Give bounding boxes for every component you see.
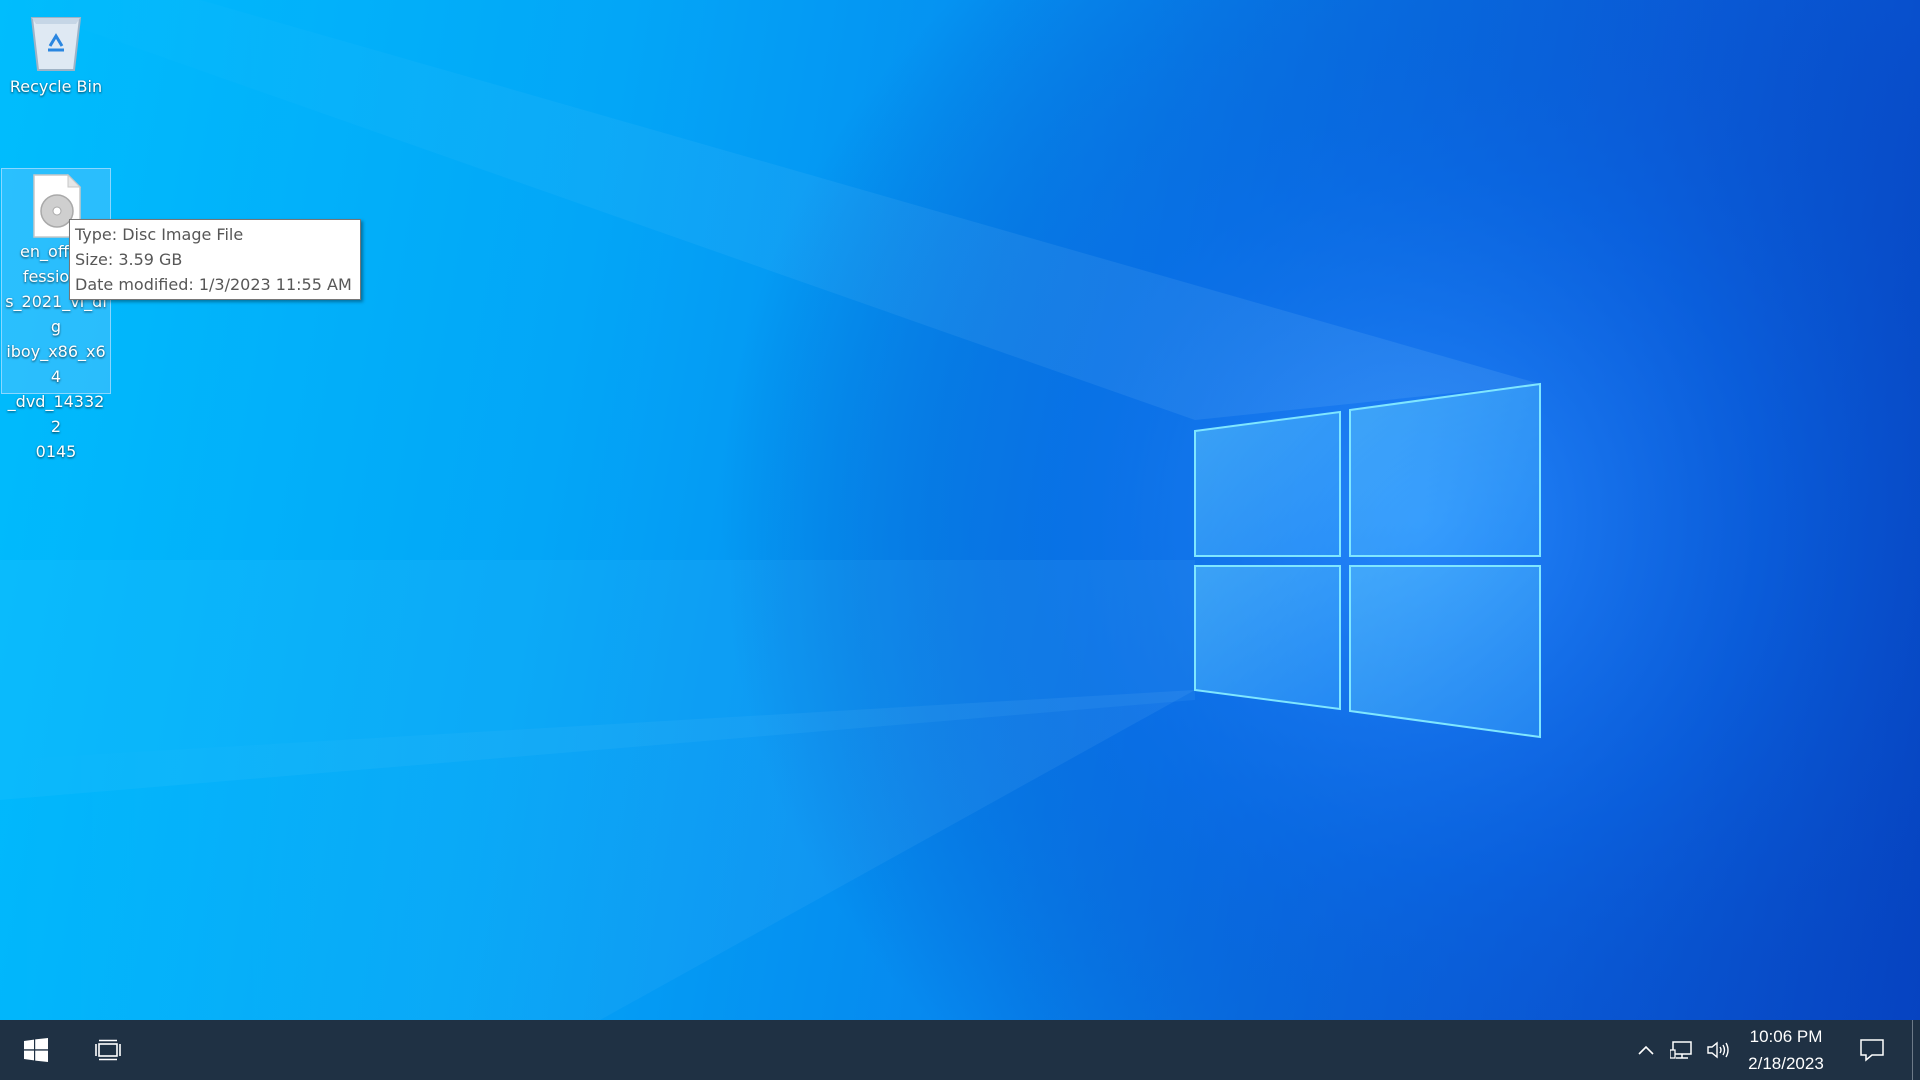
clock[interactable]: 10:06 PM 2/18/2023 (1736, 1020, 1836, 1080)
start-button[interactable] (0, 1020, 72, 1080)
recycle-bin-desktop-icon[interactable]: Recycle Bin (1, 6, 111, 99)
desktop[interactable]: Recycle Bin en_office fessiona s_2021_vl… (0, 0, 1920, 1020)
recycle-bin-label: Recycle Bin (9, 77, 103, 96)
network-icon (1670, 1041, 1692, 1059)
tooltip-type: Type: Disc Image File (75, 225, 244, 244)
task-view-icon (95, 1039, 121, 1061)
action-center-button[interactable] (1848, 1020, 1896, 1080)
tooltip-date-modified: Date modified: 1/3/2023 11:55 AM (75, 275, 352, 294)
tooltip-size: Size: 3.59 GB (75, 250, 183, 269)
network-button[interactable] (1664, 1020, 1700, 1080)
file-info-tooltip: Type: Disc Image File Size: 3.59 GB Date… (69, 219, 361, 300)
volume-button[interactable] (1700, 1020, 1736, 1080)
recycle-bin-icon (30, 17, 82, 71)
notification-icon (1860, 1039, 1884, 1062)
file-label-line: 0145 (35, 442, 77, 461)
show-hidden-icons-button[interactable] (1628, 1020, 1664, 1080)
file-label-line: _dvd_143322 (7, 392, 105, 436)
file-label-line: iboy_x86_x64 (6, 342, 106, 386)
windows-logo-icon (24, 1038, 48, 1062)
speaker-icon (1707, 1041, 1729, 1059)
clock-time: 10:06 PM (1749, 1027, 1823, 1046)
show-desktop-button[interactable] (1912, 1020, 1920, 1080)
chevron-up-icon (1638, 1045, 1654, 1055)
clock-date: 2/18/2023 (1748, 1054, 1824, 1073)
windows-wallpaper (0, 0, 1920, 1020)
task-view-button[interactable] (72, 1020, 144, 1080)
taskbar: 10:06 PM 2/18/2023 (0, 1020, 1920, 1080)
